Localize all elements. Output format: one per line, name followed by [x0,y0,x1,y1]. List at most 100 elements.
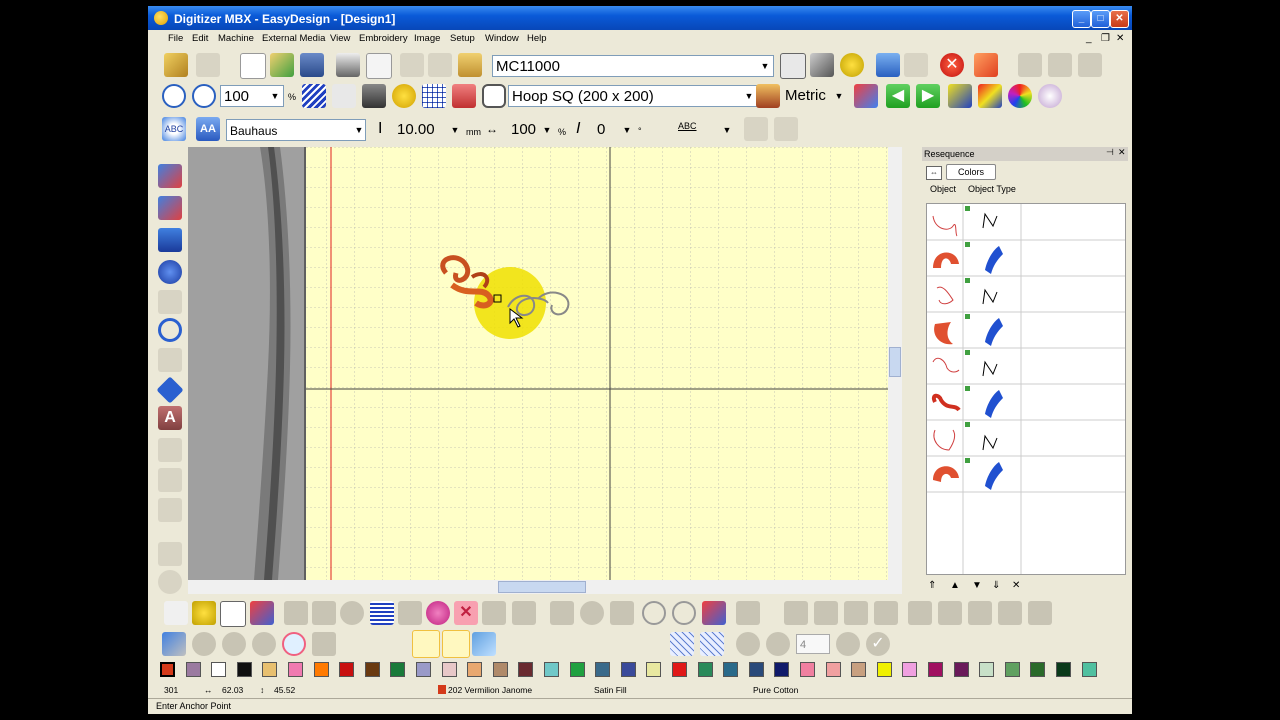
thread-spool-icon[interactable] [442,630,470,658]
break-tool-icon[interactable] [158,498,182,522]
wand-icon[interactable] [196,53,220,77]
move-to-bottom-icon[interactable]: ⇓ [992,580,1000,591]
diamond-outline-icon[interactable] [158,348,182,372]
circle-outline-icon[interactable] [158,318,182,342]
copy-icon[interactable] [428,53,452,77]
thread-swatch-29[interactable] [902,662,918,677]
thread-swatch-1[interactable] [185,662,201,677]
move-up-icon[interactable]: ▲ [950,580,960,591]
thread-swatch-6[interactable] [313,662,329,677]
send-to-machine-icon[interactable] [780,53,806,79]
hand-icon[interactable] [164,601,188,625]
crosshatch-alt-icon[interactable] [700,632,724,656]
crosshatch-icon[interactable] [670,632,694,656]
undo-icon[interactable] [876,53,900,77]
node-add-icon[interactable] [222,632,246,656]
chevron-down-icon[interactable]: ▼ [742,86,756,106]
node-remove-icon[interactable] [252,632,276,656]
thread-swatch-5[interactable] [288,662,303,677]
stitch-tools-icon[interactable] [810,53,834,77]
menu-setup[interactable]: Setup [450,33,475,44]
gear-icon[interactable] [766,632,790,656]
thread-swatch-22[interactable] [723,662,739,677]
stitch-view-icon[interactable] [302,84,326,108]
thread-swatch-20[interactable] [672,662,687,677]
group-icon[interactable] [908,601,932,625]
shield-icon[interactable] [452,84,476,108]
arrow-right-icon[interactable]: ▶ [916,84,940,108]
minimize-button[interactable]: _ [1072,10,1091,28]
machine-select[interactable]: MC11000 [492,55,774,77]
horizontal-scrollbar[interactable] [188,580,902,594]
thread-swatch-15[interactable] [544,662,559,677]
hoop-select[interactable]: Hoop SQ (200 x 200) [508,85,758,107]
thread-swatch-7[interactable] [339,662,355,677]
cut-icon[interactable] [400,53,424,77]
star-select-icon[interactable] [192,601,216,625]
pattern-fill-icon[interactable] [512,601,536,625]
hoop-position-icon[interactable] [756,84,780,108]
color-view-icon[interactable] [392,84,416,108]
menu-view[interactable]: View [330,33,350,44]
zoom-out-icon[interactable] [192,84,216,108]
distribute-icon[interactable] [874,601,898,625]
split-icon[interactable] [550,601,574,625]
reseq-row-7[interactable] [927,429,1125,457]
cross-stitch-icon[interactable]: ✕ [454,601,478,625]
lightbulb-icon[interactable] [840,53,864,77]
pin-panel-icon[interactable]: ⊣ [1106,147,1114,158]
chevron-down-icon[interactable]: ▼ [620,120,634,140]
align-middle-icon[interactable] [814,601,838,625]
thread-swatch-36[interactable] [1081,662,1097,677]
menu-edit[interactable]: Edit [192,33,208,44]
pie-icon[interactable] [836,632,860,656]
thread-swatch-11[interactable] [441,662,457,677]
move-to-top-icon[interactable]: ⇑ [928,580,936,591]
glasses-icon[interactable] [332,84,356,108]
move-icon[interactable] [854,84,878,108]
thread-swatch-30[interactable] [928,662,943,677]
center-icon[interactable] [968,601,992,625]
font-select[interactable]: Bauhaus [226,119,366,141]
zoom-in-icon[interactable] [162,84,186,108]
thread-swatch-16[interactable] [569,662,585,677]
text-aa-icon[interactable]: AA [196,117,220,141]
chevron-down-icon[interactable]: ▼ [720,120,734,140]
mdi-restore-button[interactable]: ❐ [1101,33,1110,44]
triangle-icon[interactable] [312,601,336,625]
applique-icon[interactable]: A [158,406,182,430]
text-slant-field[interactable]: 0 [594,119,620,141]
save-icon[interactable] [300,53,324,77]
texture-icon[interactable] [482,601,506,625]
reshape-icon[interactable] [250,601,274,625]
horizontal-scroll-thumb[interactable] [498,581,586,593]
align-center-icon[interactable] [1048,53,1072,77]
pencil-icon[interactable] [164,53,188,77]
color-blend-icon[interactable] [978,84,1002,108]
thread-swatch-31[interactable] [953,662,969,677]
thread-swatch-25[interactable] [800,662,815,677]
color-sort-icon[interactable] [948,84,972,108]
text-height-field[interactable]: 10.00 [394,119,454,141]
run-stitch-icon[interactable] [158,164,182,188]
fill-color-icon[interactable] [426,601,450,625]
print-preview-icon[interactable] [366,53,392,79]
smooth-icon[interactable] [312,632,336,656]
menu-external-media[interactable]: External Media [262,33,325,44]
node-type-icon[interactable] [282,632,306,656]
paste-icon[interactable] [458,53,482,77]
thread-swatch-8[interactable] [364,662,380,677]
thread-swatch-33[interactable] [1004,662,1020,677]
chevron-down-icon[interactable]: ▼ [832,86,846,106]
reseq-row-5[interactable] [927,357,1125,385]
flower-tool-icon[interactable] [736,632,760,656]
thread-swatch-27[interactable] [851,662,867,677]
check-icon[interactable]: ✓ [866,632,890,656]
reseq-row-4[interactable] [927,318,1125,349]
grid-icon[interactable] [422,84,446,108]
align-bottom-icon[interactable] [844,601,868,625]
menu-help[interactable]: Help [527,33,547,44]
node-icon[interactable] [192,632,216,656]
thread-swatch-21[interactable] [697,662,713,677]
close-panel-icon[interactable]: ✕ [1118,147,1126,158]
